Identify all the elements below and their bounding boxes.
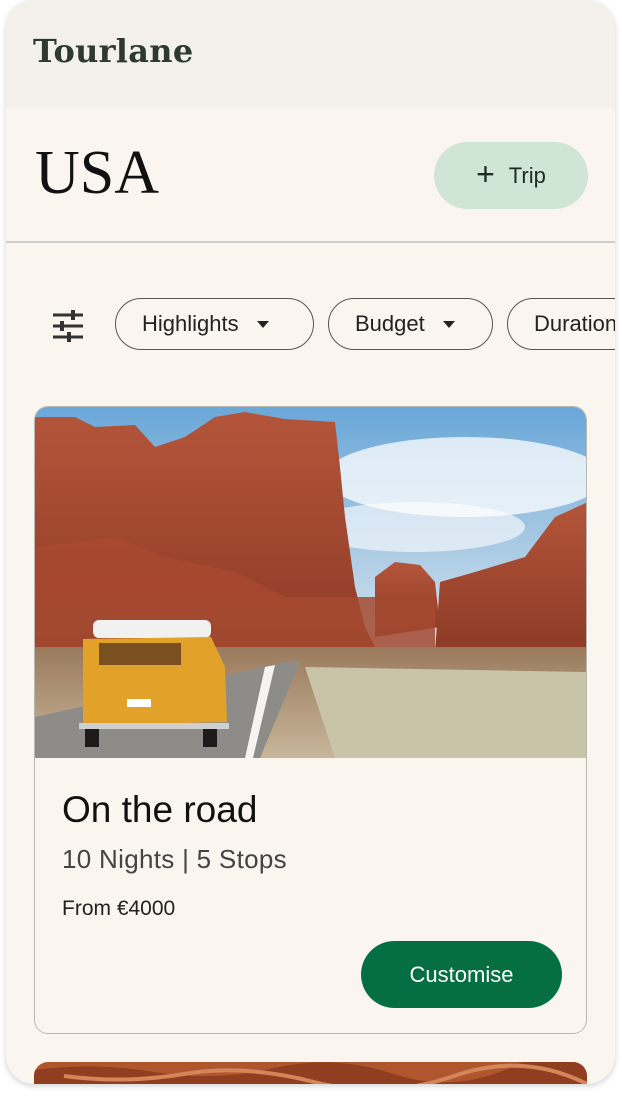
filter-chip-duration[interactable]: Duration: [507, 298, 615, 350]
plus-icon: +: [476, 156, 495, 192]
trip-card-image: [35, 407, 586, 758]
next-trip-card-image[interactable]: [34, 1062, 587, 1084]
filter-chip-highlights[interactable]: Highlights: [115, 298, 314, 350]
chip-label: Budget: [355, 311, 425, 336]
chip-label: Highlights: [142, 311, 239, 336]
app-header: Tourlane: [6, 0, 615, 108]
brand-logo[interactable]: Tourlane: [33, 32, 194, 70]
header-divider: [6, 241, 615, 243]
filter-chip-budget[interactable]: Budget: [328, 298, 493, 350]
add-trip-label: Trip: [508, 162, 546, 188]
chip-label: Duration: [534, 311, 615, 336]
trip-price: From €4000: [62, 897, 176, 920]
trip-title: On the road: [62, 789, 258, 830]
trip-card[interactable]: On the road 10 Nights | 5 Stops From €40…: [34, 406, 587, 1034]
add-trip-button[interactable]: + Trip: [434, 142, 588, 209]
customise-button[interactable]: Customise: [361, 941, 562, 1008]
phone-screen: Tourlane USA + Trip Highlights Budget Du…: [6, 0, 615, 1084]
chevron-down-icon: [442, 320, 455, 328]
chevron-down-icon: [256, 320, 269, 328]
page-title: USA: [35, 139, 160, 207]
sliders-icon[interactable]: [51, 309, 85, 343]
trip-subtitle: 10 Nights | 5 Stops: [62, 844, 287, 874]
